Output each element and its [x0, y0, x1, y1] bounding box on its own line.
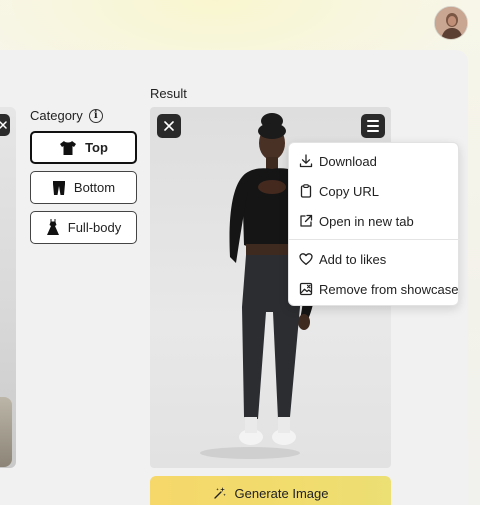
menu-item-remove-from-showcase[interactable]: Remove from showcase: [289, 274, 460, 304]
generate-image-button[interactable]: Generate Image: [150, 476, 391, 505]
category-label: Category i: [30, 108, 103, 123]
category-bottom-label: Bottom: [73, 180, 116, 195]
model-close-button[interactable]: [0, 114, 10, 136]
menu-item-remove-from-showcase-label: Remove from showcase: [319, 281, 459, 297]
category-label-text: Category: [30, 108, 83, 123]
image-remove-icon: [299, 282, 313, 296]
result-context-menu: Download Copy URL Open in new tab Add to…: [288, 142, 460, 306]
sparkles-icon: [213, 487, 226, 499]
generate-image-label: Generate Image: [234, 485, 329, 501]
menu-item-add-to-likes[interactable]: Add to likes: [289, 244, 460, 274]
download-icon: [299, 154, 313, 168]
pants-icon: [52, 180, 65, 195]
tshirt-icon: [60, 140, 77, 155]
menu-item-open-new-tab[interactable]: Open in new tab: [289, 206, 460, 236]
menu-item-copy-url[interactable]: Copy URL: [289, 176, 460, 206]
category-bottom-button[interactable]: Bottom: [30, 171, 137, 204]
menu-item-copy-url-label: Copy URL: [319, 183, 379, 199]
menu-item-open-new-tab-label: Open in new tab: [319, 213, 414, 229]
dress-icon: [46, 219, 59, 235]
menu-item-add-to-likes-label: Add to likes: [319, 251, 387, 267]
hamburger-icon-line: [367, 120, 379, 123]
heart-icon: [299, 253, 313, 265]
category-fullbody-button[interactable]: Full-body: [30, 211, 137, 244]
hamburger-icon-line: [367, 125, 379, 127]
category-top-button[interactable]: Top: [30, 131, 137, 164]
sofa-shape: [0, 397, 12, 467]
avatar[interactable]: [434, 6, 468, 40]
category-fullbody-label: Full-body: [67, 220, 122, 235]
result-close-button[interactable]: [157, 114, 181, 138]
info-icon[interactable]: i: [88, 108, 103, 123]
result-label: Result: [150, 86, 187, 101]
category-top-label: Top: [85, 140, 108, 155]
menu-divider: [289, 239, 460, 240]
model-image-partial: [0, 107, 16, 468]
hamburger-icon-line: [367, 129, 379, 132]
close-icon: [0, 121, 7, 129]
menu-item-download-label: Download: [319, 153, 377, 169]
menu-item-download[interactable]: Download: [289, 146, 460, 176]
close-icon: [164, 121, 174, 131]
external-link-icon: [300, 214, 313, 227]
result-menu-button[interactable]: [361, 114, 385, 138]
clipboard-icon: [300, 184, 312, 198]
